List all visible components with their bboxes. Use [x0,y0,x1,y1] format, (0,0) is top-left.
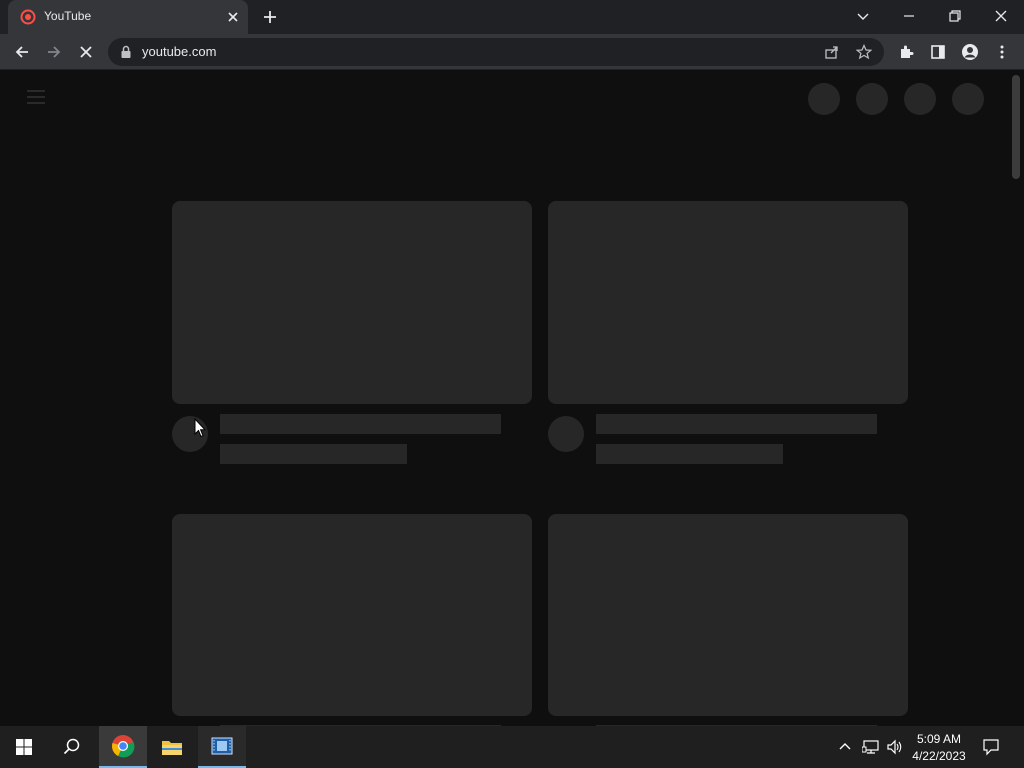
file-explorer-icon[interactable] [148,726,196,768]
tab-search-icon[interactable] [840,0,886,32]
share-icon[interactable] [824,44,840,60]
forward-icon[interactable] [42,40,66,64]
search-icon[interactable] [48,726,96,768]
video-title-placeholder [596,414,877,434]
chevron-up-icon[interactable] [838,740,852,752]
video-meta-placeholder [596,444,783,464]
video-thumbnail-placeholder [172,514,532,716]
browser-toolbar: youtube.com [0,34,1024,70]
video-thumbnail-placeholder [172,201,532,404]
lock-icon[interactable] [120,45,132,59]
youtube-loading-icon [20,9,36,25]
extensions-icon[interactable] [894,40,918,64]
close-window-icon[interactable] [978,0,1024,32]
video-meta-placeholder [220,444,407,464]
back-icon[interactable] [10,40,34,64]
page-scrollbar[interactable] [1012,75,1020,179]
clock-date[interactable]: 4/22/2023 [904,749,974,763]
url-text[interactable]: youtube.com [142,44,216,59]
stop-loading-icon[interactable] [74,40,98,64]
side-panel-icon[interactable] [926,40,950,64]
video-thumbnail-placeholder [548,514,908,716]
notifications-icon[interactable] [982,738,1000,756]
new-tab-icon[interactable] [260,7,280,27]
profile-icon[interactable] [958,40,982,64]
windows-taskbar: 5:09 AM 4/22/2023 [0,726,1024,768]
restore-icon[interactable] [932,0,978,32]
video-editor-icon[interactable] [198,726,246,768]
clock-time[interactable]: 5:09 AM [904,732,974,746]
tab-title: YouTube [44,9,92,23]
address-bar[interactable]: youtube.com [108,38,884,66]
volume-icon[interactable] [886,739,904,755]
network-icon[interactable] [862,739,880,755]
windows-start-icon[interactable] [0,726,48,768]
video-title-placeholder [220,414,501,434]
bookmark-star-icon[interactable] [856,44,872,60]
header-button-placeholder [808,83,840,115]
video-thumbnail-placeholder [548,201,908,404]
minimize-icon[interactable] [886,0,932,32]
chrome-taskbar-icon[interactable] [99,726,147,768]
tab-strip: YouTube [0,0,1024,34]
header-button-placeholder [952,83,984,115]
header-button-placeholder [856,83,888,115]
channel-avatar-placeholder [548,416,584,452]
close-tab-icon[interactable] [224,8,242,26]
youtube-page [0,71,1024,726]
header-button-placeholder [904,83,936,115]
kebab-menu-icon[interactable] [990,40,1014,64]
mouse-cursor-icon [194,418,206,438]
hamburger-icon[interactable] [26,89,46,105]
